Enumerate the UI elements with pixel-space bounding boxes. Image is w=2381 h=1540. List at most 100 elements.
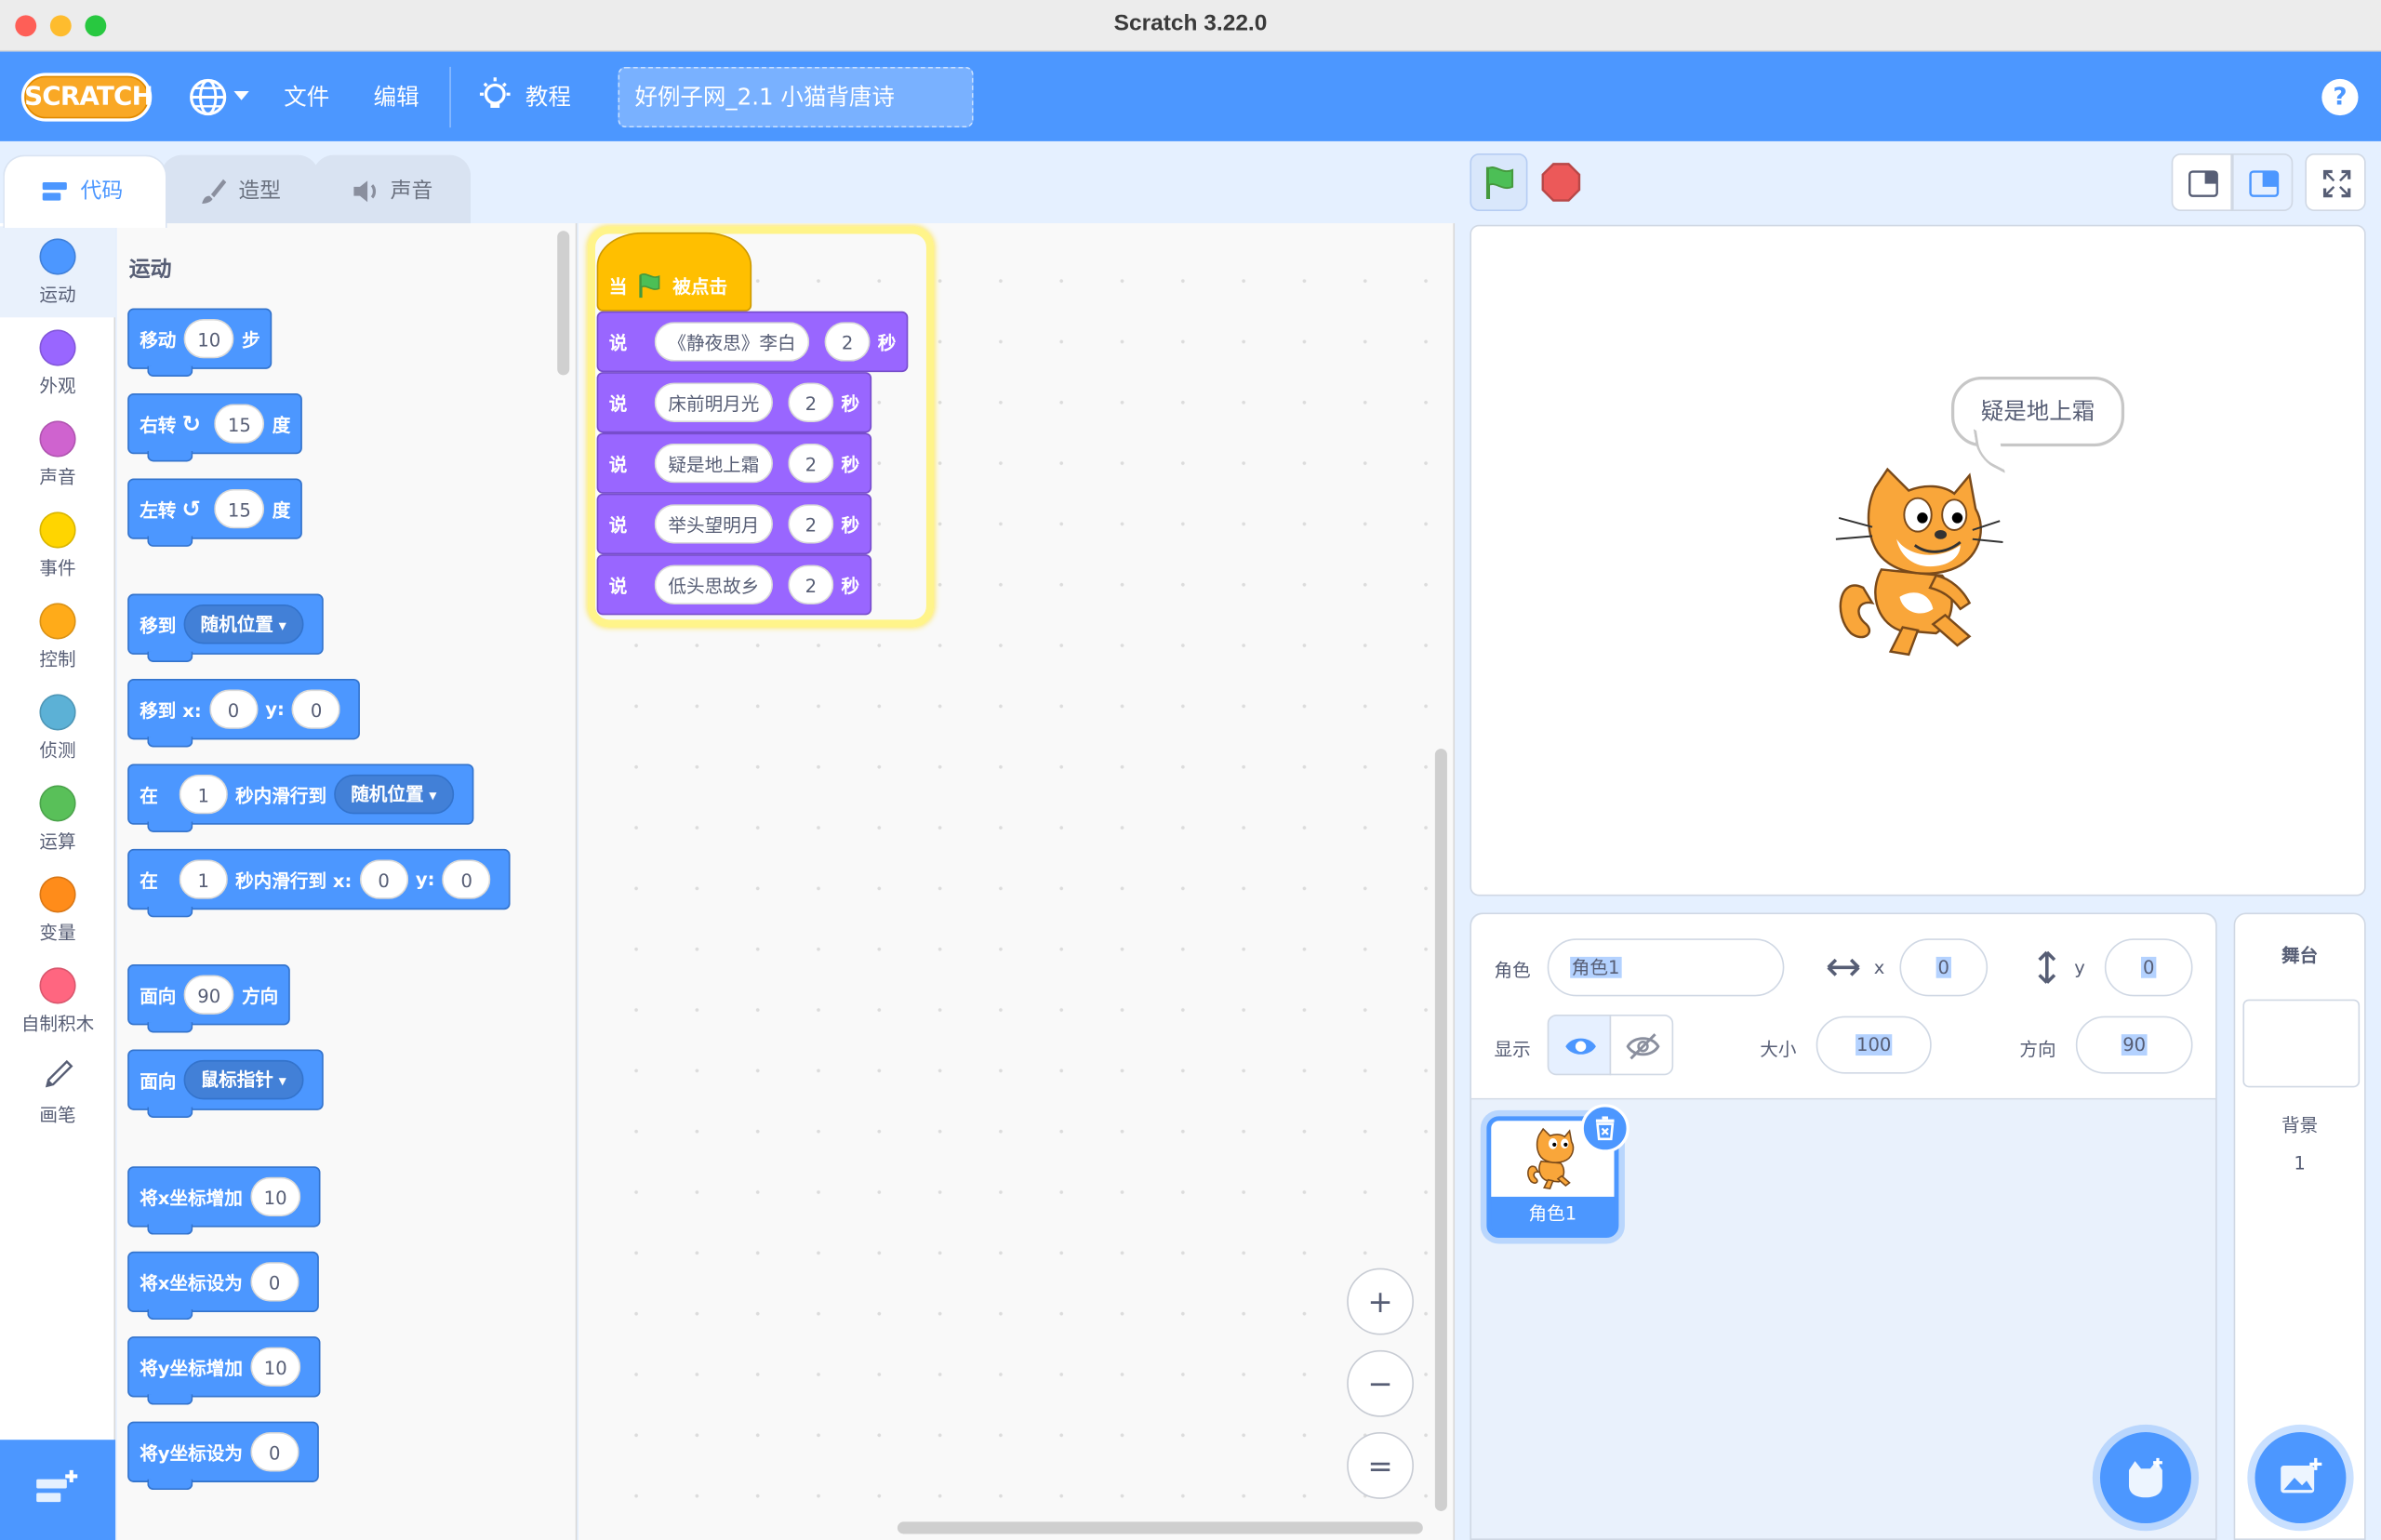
block-number-input[interactable]: 0: [249, 1262, 299, 1302]
block-number-input[interactable]: 2: [788, 443, 834, 484]
block-dropdown[interactable]: 鼠标指针: [183, 1059, 303, 1100]
say-for-secs-block[interactable]: 说 《静夜思》李白 2 秒: [596, 311, 909, 373]
block-number-input[interactable]: 2: [788, 504, 834, 544]
block-glide-to[interactable]: 在 1 秒内滑行到 随机位置: [127, 763, 473, 832]
file-menu[interactable]: 文件: [284, 81, 329, 113]
script-horizontal-scrollbar[interactable]: [897, 1521, 1423, 1534]
add-extension-button[interactable]: [0, 1440, 116, 1540]
tab-sounds[interactable]: 声音: [313, 154, 472, 225]
cat-face-plus-icon: [2128, 1457, 2162, 1498]
category-my-blocks[interactable]: 自制积木: [0, 955, 115, 1046]
block-number-input[interactable]: 15: [214, 404, 265, 444]
edit-menu[interactable]: 编辑: [374, 81, 419, 113]
block-number-input[interactable]: 15: [214, 488, 265, 529]
direction-input[interactable]: 90: [2075, 1016, 2193, 1074]
y-position-input[interactable]: 0: [2104, 938, 2193, 997]
x-position-input[interactable]: 0: [1899, 938, 1989, 997]
sprite-info-panel: 角色 角色1 x 0 y 0 显示 大小 100 方向 90: [1471, 914, 2216, 1100]
block-goto-xy[interactable]: 移到 x: 0 y: 0: [127, 679, 361, 748]
block-point-towards[interactable]: 面向 鼠标指针: [127, 1049, 324, 1118]
block-text-input[interactable]: 床前明月光: [654, 382, 774, 423]
say-for-secs-block[interactable]: 说 疑是地上霜 2 秒: [596, 432, 872, 494]
show-sprite-button[interactable]: [1547, 1014, 1612, 1076]
category-dot: [39, 329, 76, 366]
block-number-input[interactable]: 0: [359, 859, 408, 899]
block-number-input[interactable]: 10: [250, 1347, 301, 1387]
project-title-input[interactable]: 好例子网_2.1 小猫背唐诗: [618, 66, 974, 128]
block-point-direction[interactable]: 面向 90 方向: [127, 964, 291, 1033]
when-flag-clicked-block[interactable]: 当 被点击: [596, 232, 752, 312]
block-text-input[interactable]: 疑是地上霜: [654, 443, 774, 484]
script-vertical-scrollbar[interactable]: [1434, 749, 1447, 1511]
hide-sprite-button[interactable]: [1609, 1014, 1674, 1076]
category-dot: [39, 511, 76, 549]
zoom-reset-button[interactable]: =: [1347, 1432, 1414, 1499]
scratch-logo[interactable]: SCRATCH: [20, 73, 153, 122]
block-number-input[interactable]: 2: [824, 322, 871, 362]
block-number-input[interactable]: 10: [183, 318, 234, 359]
say-for-secs-block[interactable]: 说 举头望明月 2 秒: [596, 493, 872, 555]
say-for-secs-block[interactable]: 说 床前明月光 2 秒: [596, 372, 872, 433]
zoom-in-button[interactable]: +: [1347, 1268, 1414, 1335]
block-number-input[interactable]: 1: [179, 774, 228, 815]
block-number-input[interactable]: 0: [208, 689, 259, 729]
category-control[interactable]: 控制: [0, 591, 115, 682]
zoom-out-button[interactable]: −: [1347, 1349, 1414, 1417]
category-looks[interactable]: 外观: [0, 317, 115, 408]
category-operators[interactable]: 运算: [0, 773, 115, 864]
delete-sprite-button[interactable]: [1580, 1104, 1629, 1153]
green-flag-button[interactable]: [1470, 153, 1528, 212]
block-text: 说: [608, 513, 628, 536]
block-number-input[interactable]: 90: [183, 975, 234, 1015]
language-globe-icon[interactable]: [188, 77, 227, 116]
sprite-name-input[interactable]: 角色1: [1547, 938, 1785, 997]
block-number-input[interactable]: 0: [250, 1432, 299, 1472]
block-move-steps[interactable]: 移动 10 步: [127, 308, 273, 378]
stop-button[interactable]: [1534, 153, 1591, 211]
block-number-input[interactable]: 10: [249, 1176, 301, 1217]
block-glide-xy[interactable]: 在 1 秒内滑行到 x: 0 y: 0: [127, 848, 512, 918]
choose-backdrop-button[interactable]: [2255, 1432, 2347, 1524]
cat-sprite-icon: [1527, 1127, 1575, 1190]
category-pen[interactable]: 画笔: [0, 1046, 115, 1137]
say-for-secs-block[interactable]: 说 低头思故乡 2 秒: [596, 554, 872, 616]
choose-sprite-button[interactable]: [2099, 1432, 2191, 1524]
block-set-y[interactable]: 将y坐标设为 0: [127, 1421, 319, 1491]
palette-scrollbar[interactable]: [557, 231, 570, 376]
block-number-input[interactable]: 2: [788, 564, 834, 604]
block-change-x[interactable]: 将x坐标增加 10: [127, 1166, 321, 1235]
block-number-input[interactable]: 0: [442, 859, 491, 899]
script-area[interactable]: 当 被点击 说 《静夜思》李白 2 秒 说 床前明月光 2 秒 说 疑是地上霜 …: [579, 223, 1456, 1540]
cat-sprite-icon[interactable]: [1829, 463, 2009, 660]
block-number-input[interactable]: 0: [292, 689, 341, 729]
block-number-input[interactable]: 2: [788, 382, 834, 423]
block-set-x[interactable]: 将x坐标设为 0: [127, 1251, 319, 1321]
category-sensing[interactable]: 侦测: [0, 682, 115, 773]
tab-costumes[interactable]: 造型: [161, 154, 319, 225]
block-text-input[interactable]: 低头思故乡: [654, 564, 774, 604]
stage-canvas[interactable]: 疑是地上霜: [1470, 224, 2366, 896]
small-stage-button[interactable]: [2171, 153, 2232, 212]
block-categories: 运动 外观 声音 事件 控制 侦测 运算 变量 自制积木 画笔: [0, 223, 116, 1540]
category-events[interactable]: 事件: [0, 499, 115, 591]
lightbulb-icon[interactable]: [475, 76, 514, 115]
tutorials-menu[interactable]: 教程: [525, 81, 571, 113]
help-icon[interactable]: ?: [2321, 78, 2359, 116]
normal-stage-button[interactable]: [2231, 153, 2294, 212]
block-dropdown[interactable]: 随机位置: [334, 774, 454, 815]
category-sound[interactable]: 声音: [0, 408, 115, 499]
block-change-y[interactable]: 将y坐标增加 10: [127, 1336, 321, 1405]
block-turn-left[interactable]: 左转 ↺ 15 度: [127, 478, 303, 547]
block-number-input[interactable]: 1: [179, 859, 228, 899]
block-turn-right[interactable]: 右转 ↻ 15 度: [127, 392, 303, 462]
category-variables[interactable]: 变量: [0, 864, 115, 955]
block-text-input[interactable]: 《静夜思》李白: [654, 322, 810, 362]
fullscreen-button[interactable]: [2305, 153, 2366, 212]
size-input[interactable]: 100: [1816, 1016, 1932, 1074]
category-motion[interactable]: 运动: [0, 226, 116, 318]
block-text-input[interactable]: 举头望明月: [654, 504, 774, 544]
add-extension-icon: [36, 1469, 78, 1503]
block-goto[interactable]: 移到 随机位置: [127, 593, 324, 663]
block-dropdown[interactable]: 随机位置: [183, 604, 303, 644]
tab-code[interactable]: 代码: [3, 154, 167, 228]
